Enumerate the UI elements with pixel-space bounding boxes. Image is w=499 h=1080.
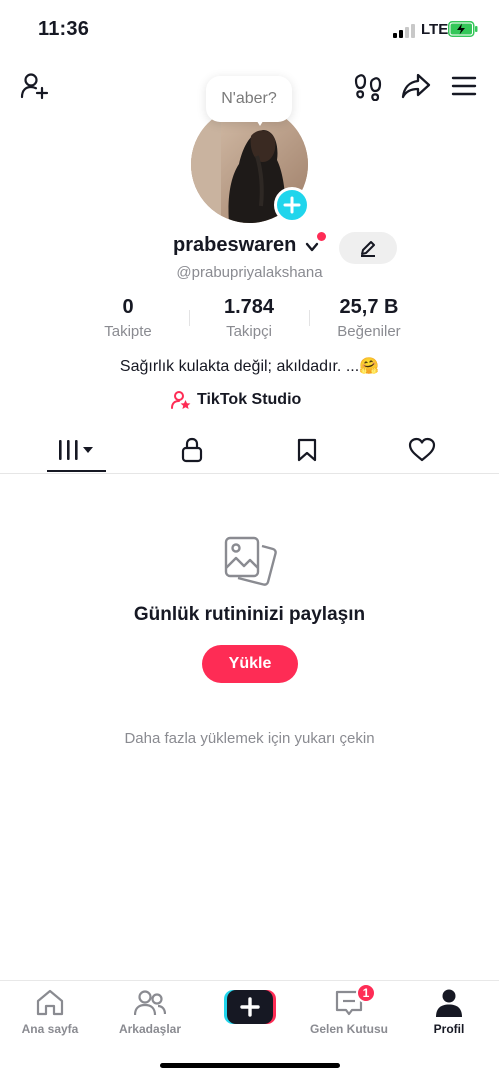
following-count: 0	[122, 296, 134, 318]
likes-label: Beğeniler	[337, 323, 401, 340]
pull-up-hint: Daha fazla yüklemek için yukarı çekin	[124, 730, 375, 747]
nav-profile[interactable]: Profil	[407, 987, 491, 1036]
profile-icon	[436, 989, 462, 1017]
add-user-icon	[20, 73, 49, 100]
inbox-badge: 1	[356, 983, 376, 1003]
followers-stat[interactable]: 1.784 Takipçi	[199, 296, 299, 340]
home-indicator	[160, 1063, 340, 1068]
nav-friends[interactable]: Arkadaşlar	[108, 987, 192, 1036]
footprint-icon	[354, 74, 382, 101]
notification-dot	[317, 232, 326, 241]
menu-icon	[451, 76, 477, 96]
nav-profile-label: Profil	[433, 1022, 465, 1036]
following-label: Takipte	[104, 323, 152, 340]
network-type: LTE	[421, 21, 449, 38]
likes-count: 25,7 B	[339, 296, 399, 318]
likes-stat[interactable]: 25,7 B Beğeniler	[319, 296, 419, 340]
tab-private[interactable]	[152, 428, 232, 472]
edit-profile-button[interactable]	[339, 232, 397, 264]
battery-charging-icon	[448, 21, 478, 37]
menu-button[interactable]	[446, 68, 482, 104]
username[interactable]: prabeswaren	[173, 234, 296, 257]
content-tabs	[0, 428, 499, 474]
following-stat[interactable]: 0 Takipte	[78, 296, 178, 340]
tab-videos[interactable]	[37, 428, 117, 472]
tab-liked[interactable]	[382, 428, 462, 472]
user-handle: @prabupriyalakshana	[176, 264, 323, 281]
stat-divider	[309, 310, 310, 326]
name-row: prabeswaren	[0, 232, 499, 264]
stat-divider	[189, 310, 190, 326]
add-user-button[interactable]	[16, 68, 52, 104]
status-bar: 11:36 LTE	[0, 0, 499, 56]
tab-saved[interactable]	[267, 428, 347, 472]
photos-icon	[224, 536, 277, 586]
friends-icon	[134, 990, 166, 1016]
active-tab-indicator	[47, 470, 106, 472]
upload-button[interactable]: Yükle	[202, 645, 298, 683]
share-profile-button[interactable]	[398, 68, 434, 104]
pencil-icon	[361, 241, 375, 257]
videos-grid-icon	[59, 440, 93, 460]
profile-stats: 0 Takipte 1.784 Takipçi 25,7 B Beğeniler	[0, 296, 499, 344]
chevron-down-icon[interactable]	[305, 240, 319, 254]
empty-state-title: Günlük rutininizi paylaşın	[133, 604, 366, 625]
profile-views-button[interactable]	[350, 68, 386, 104]
status-bubble[interactable]: N'aber?	[206, 76, 292, 122]
nav-home-label: Ana sayfa	[21, 1022, 79, 1036]
tiktok-studio-link[interactable]: TikTok Studio	[171, 388, 301, 412]
status-time: 11:36	[38, 18, 90, 40]
studio-icon	[171, 391, 191, 409]
home-icon	[36, 989, 64, 1016]
nav-home[interactable]: Ana sayfa	[8, 987, 92, 1036]
lock-icon	[181, 437, 203, 463]
nav-friends-label: Arkadaşlar	[118, 1022, 182, 1036]
signal-strength-icon	[393, 24, 417, 38]
followers-label: Takipçi	[226, 323, 272, 340]
bookmark-icon	[297, 438, 317, 462]
followers-count: 1.784	[223, 296, 275, 318]
create-icon[interactable]	[224, 990, 276, 1024]
studio-label: TikTok Studio	[197, 391, 302, 408]
nav-inbox[interactable]: Gelen Kutusu	[307, 987, 391, 1036]
add-story-button[interactable]	[274, 187, 310, 223]
heart-icon	[408, 437, 436, 462]
bio-text[interactable]: Sağırlık kulakta değil; akıldadır. ...🤗	[0, 356, 499, 376]
nav-inbox-label: Gelen Kutusu	[309, 1022, 388, 1036]
share-icon	[401, 73, 431, 99]
plus-icon	[283, 196, 301, 214]
